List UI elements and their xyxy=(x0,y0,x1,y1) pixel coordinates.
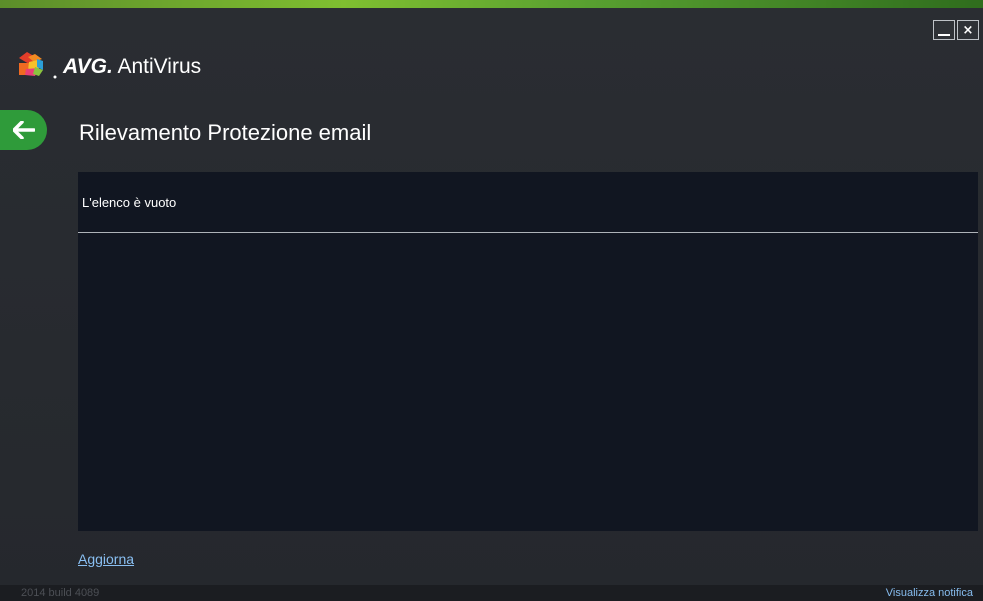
app-brand: AVG. xyxy=(63,55,113,78)
minimize-button[interactable] xyxy=(933,20,955,40)
arrow-left-icon xyxy=(12,121,35,139)
app-product-name: AntiVirus xyxy=(117,55,202,78)
page-title: Rilevamento Protezione email xyxy=(79,120,372,145)
show-notification-link[interactable]: Visualizza notifica xyxy=(886,585,973,601)
main-window: AVG. AntiVirus × Rilevamento Protezione … xyxy=(0,8,983,601)
minimize-icon xyxy=(938,33,950,36)
avg-logo xyxy=(19,52,59,82)
refresh-link[interactable]: Aggiorna xyxy=(78,551,134,567)
close-icon: × xyxy=(962,22,974,38)
build-info: 2014 build 4089 xyxy=(21,587,100,599)
close-button[interactable]: × xyxy=(957,20,979,40)
app-title: AVG. AntiVirus xyxy=(63,52,201,82)
empty-list-message: L'elenco è vuoto xyxy=(78,172,978,233)
back-button[interactable] xyxy=(0,110,47,150)
top-accent-bar xyxy=(0,0,983,8)
status-footer: 2014 build 4089 Visualizza notifica xyxy=(0,585,983,601)
detections-panel: L'elenco è vuoto xyxy=(78,172,978,531)
window-controls: × xyxy=(933,20,979,40)
